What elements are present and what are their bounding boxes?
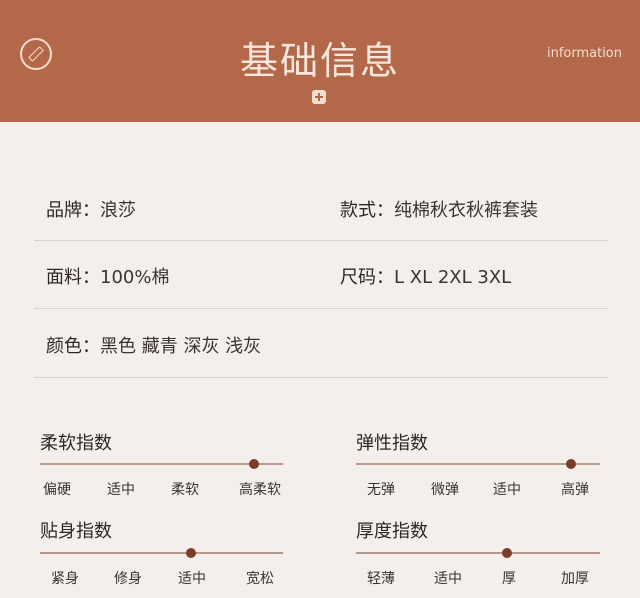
scale-marker bbox=[248, 459, 259, 469]
color-field: 颜色：黑色 藏青 深灰 浅灰 bbox=[46, 332, 261, 358]
page-title: 基础信息 bbox=[239, 39, 400, 83]
scale-label: 微弹 bbox=[431, 482, 459, 498]
scale-label: 柔软 bbox=[171, 482, 199, 498]
fabric-label: 面料： bbox=[46, 267, 100, 288]
softness-index-title: 柔软指数 bbox=[40, 433, 112, 454]
divider bbox=[34, 308, 608, 309]
brand-value: 浪莎 bbox=[100, 200, 136, 221]
fabric-value: 100%棉 bbox=[100, 267, 170, 288]
scale-label: 高柔软 bbox=[239, 482, 281, 498]
size-label: 尺码： bbox=[340, 267, 394, 288]
header-subtitle: information bbox=[546, 46, 622, 61]
header-banner: 基础信息 information bbox=[0, 0, 640, 122]
fabric-field: 面料：100%棉 bbox=[46, 263, 169, 289]
brand-field: 品牌：浪莎 bbox=[46, 196, 136, 222]
scale-label: 高弹 bbox=[561, 482, 589, 498]
brand-label: 品牌： bbox=[46, 200, 100, 221]
style-field: 款式：纯棉秋衣秋裤套装 bbox=[340, 196, 538, 222]
divider bbox=[34, 240, 608, 241]
scale-label: 厚 bbox=[502, 571, 516, 587]
scale-label: 紧身 bbox=[51, 571, 79, 587]
scale-label: 轻薄 bbox=[367, 571, 395, 587]
scale-label: 适中 bbox=[493, 482, 521, 498]
plus-icon bbox=[312, 90, 326, 104]
color-value: 黑色 藏青 深灰 浅灰 bbox=[100, 336, 262, 357]
elasticity-index-title: 弹性指数 bbox=[356, 433, 428, 454]
scale-label: 适中 bbox=[178, 571, 206, 587]
scale-marker bbox=[502, 548, 513, 558]
divider bbox=[34, 377, 608, 378]
scale-label: 适中 bbox=[107, 482, 135, 498]
scale-label: 宽松 bbox=[246, 571, 274, 587]
scale-marker bbox=[185, 548, 196, 558]
scale-track bbox=[40, 552, 283, 554]
fit-index-title: 贴身指数 bbox=[40, 521, 112, 542]
thickness-scale: 轻薄 适中 厚 加厚 bbox=[356, 548, 600, 592]
scale-track bbox=[356, 463, 600, 465]
scale-label: 适中 bbox=[434, 571, 462, 587]
fit-scale: 紧身 修身 适中 宽松 bbox=[40, 548, 283, 592]
scale-label: 修身 bbox=[114, 571, 142, 587]
style-value: 纯棉秋衣秋裤套装 bbox=[394, 200, 538, 221]
color-label: 颜色： bbox=[46, 336, 100, 357]
size-field: 尺码：L XL 2XL 3XL bbox=[340, 263, 511, 289]
style-label: 款式： bbox=[340, 200, 394, 221]
scale-marker bbox=[565, 459, 576, 469]
thickness-index-title: 厚度指数 bbox=[356, 521, 428, 542]
elasticity-scale: 无弹 微弹 适中 高弹 bbox=[356, 459, 600, 503]
softness-scale: 偏硬 适中 柔软 高柔软 bbox=[40, 459, 283, 503]
scale-label: 加厚 bbox=[561, 571, 589, 587]
scale-track bbox=[356, 552, 600, 554]
scale-label: 无弹 bbox=[367, 482, 395, 498]
size-value: L XL 2XL 3XL bbox=[394, 267, 512, 288]
scale-track bbox=[40, 463, 283, 465]
scale-label: 偏硬 bbox=[43, 482, 71, 498]
